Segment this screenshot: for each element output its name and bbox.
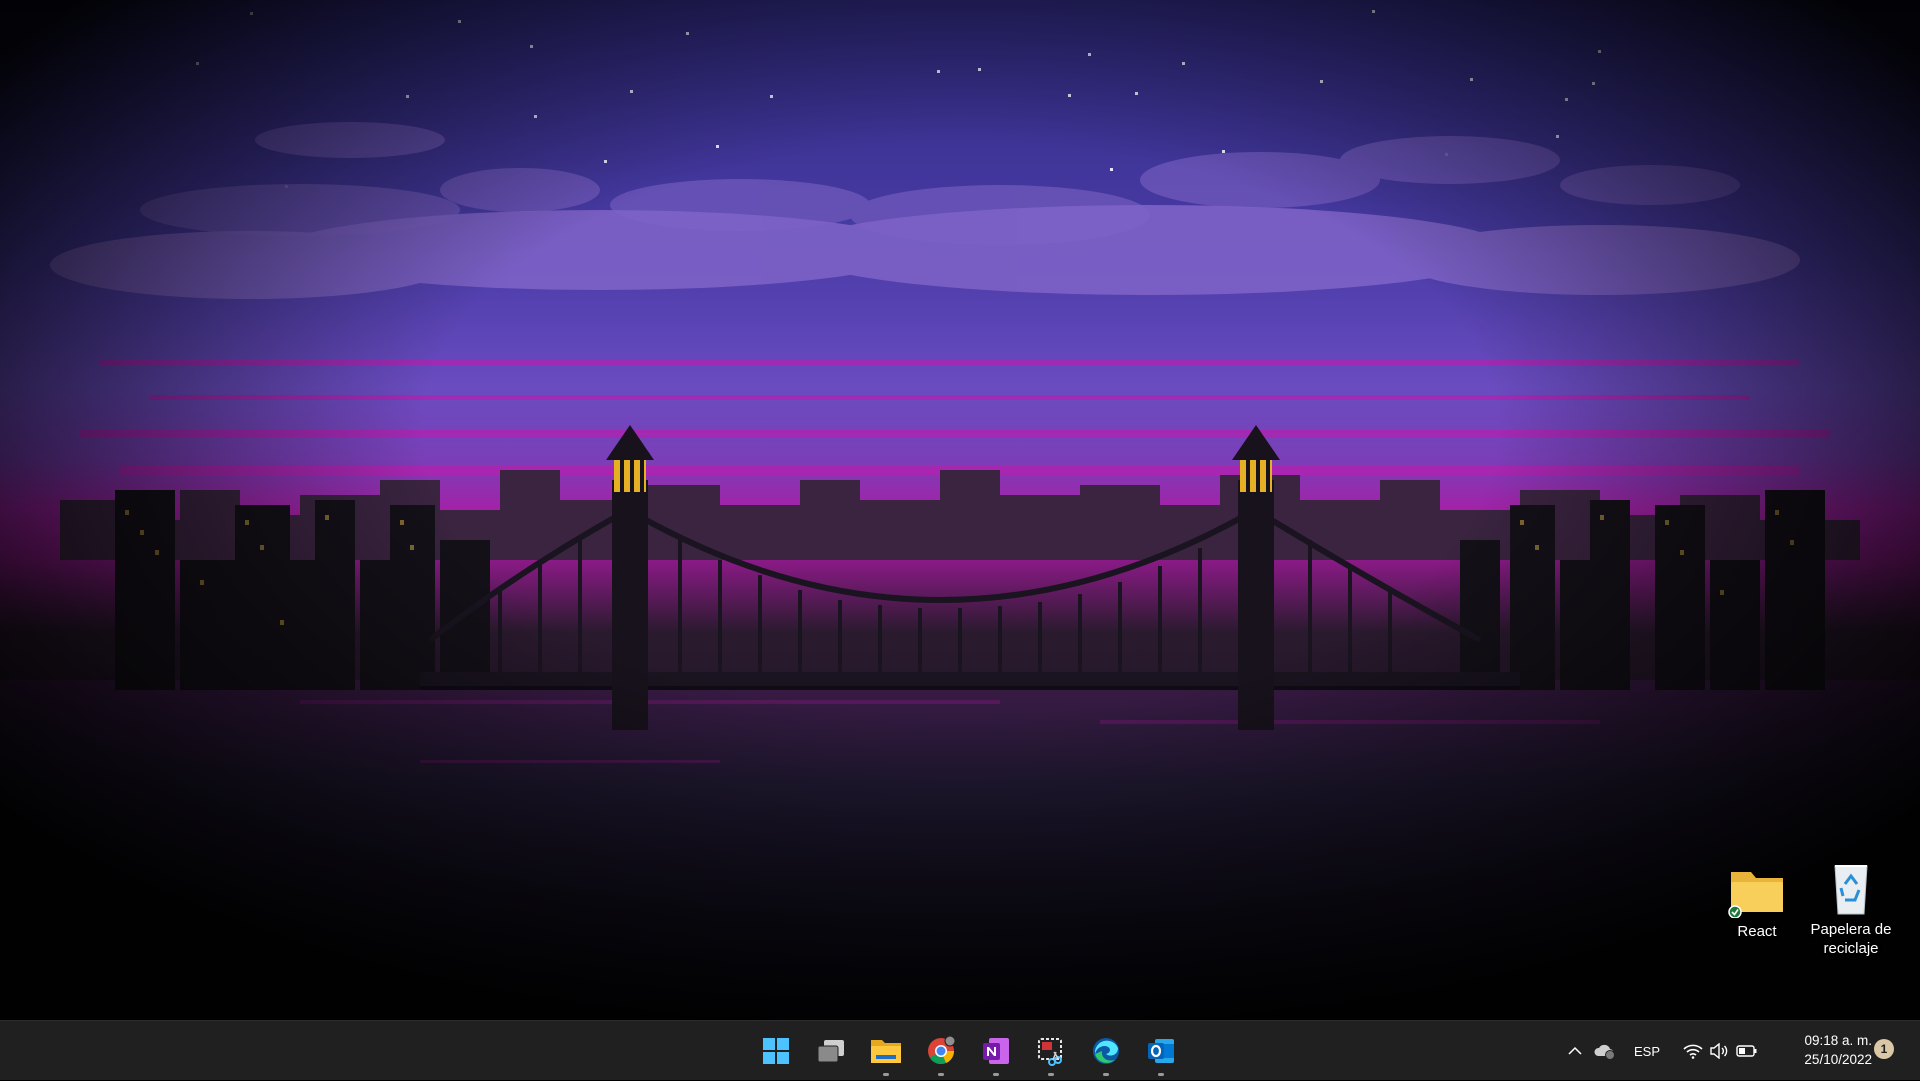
- system-tray: ESP: [1562, 1021, 1762, 1081]
- clock-time: 09:18 a. m.: [1804, 1033, 1872, 1048]
- recycle-bin-icon: [1821, 860, 1881, 916]
- desktop-icon-recycle-bin[interactable]: Papelera de reciclaje: [1806, 860, 1896, 958]
- taskbar: ESP 09:18 a. m. 25/10/2022: [0, 1020, 1920, 1080]
- snipping-tool-button[interactable]: [1023, 1021, 1078, 1081]
- clock[interactable]: 09:18 a. m. 25/10/2022: [1777, 1031, 1872, 1069]
- speaker-icon: [1710, 1043, 1728, 1059]
- taskbar-app-list: [748, 1021, 1188, 1081]
- language-label: ESP: [1633, 1043, 1660, 1059]
- running-indicator: [1157, 1073, 1164, 1076]
- chrome-icon: [927, 1036, 955, 1065]
- battery-icon: [1736, 1045, 1757, 1057]
- onenote-icon: [982, 1038, 1009, 1064]
- network-button[interactable]: [1680, 1031, 1706, 1071]
- edge-icon: [1092, 1038, 1119, 1064]
- start-icon: [762, 1038, 789, 1064]
- desktop-icon-label: React: [1737, 923, 1777, 940]
- clock-date: 25/10/2022: [1804, 1052, 1872, 1067]
- desktop-icon-label: Papelera de reciclaje: [1810, 921, 1892, 957]
- file-explorer-icon: [870, 1040, 901, 1063]
- folder-icon: [1727, 862, 1787, 919]
- task-view-button[interactable]: [803, 1021, 858, 1081]
- outlook-button[interactable]: [1133, 1021, 1188, 1081]
- start-button[interactable]: [748, 1021, 803, 1081]
- wallpaper-graphic: [0, 0, 1920, 1020]
- desktop-wallpaper: [0, 0, 1920, 1020]
- desktop-icon-react[interactable]: React: [1712, 862, 1802, 941]
- snipping-tool-icon: [1037, 1038, 1062, 1066]
- task-view-icon: [817, 1040, 844, 1063]
- language-indicator[interactable]: ESP: [1622, 1031, 1672, 1071]
- outlook-icon: [1147, 1039, 1174, 1063]
- file-explorer-button[interactable]: [858, 1021, 913, 1081]
- edge-button[interactable]: [1078, 1021, 1133, 1081]
- running-indicator: [937, 1073, 944, 1076]
- chrome-button[interactable]: [913, 1021, 968, 1081]
- wifi-icon: [1683, 1044, 1703, 1059]
- running-indicator: [1102, 1073, 1109, 1076]
- onedrive-icon: [1594, 1044, 1615, 1060]
- onenote-button[interactable]: [968, 1021, 1023, 1081]
- running-indicator: [1047, 1073, 1054, 1076]
- running-indicator: [882, 1073, 889, 1076]
- running-indicator: [992, 1073, 999, 1076]
- chevron-up-icon: [1568, 1046, 1582, 1055]
- volume-button[interactable]: [1706, 1031, 1732, 1071]
- onedrive-button[interactable]: [1588, 1031, 1622, 1071]
- battery-button[interactable]: [1732, 1031, 1762, 1071]
- notification-badge[interactable]: 1: [1874, 1039, 1894, 1059]
- show-hidden-icons-button[interactable]: [1562, 1031, 1588, 1071]
